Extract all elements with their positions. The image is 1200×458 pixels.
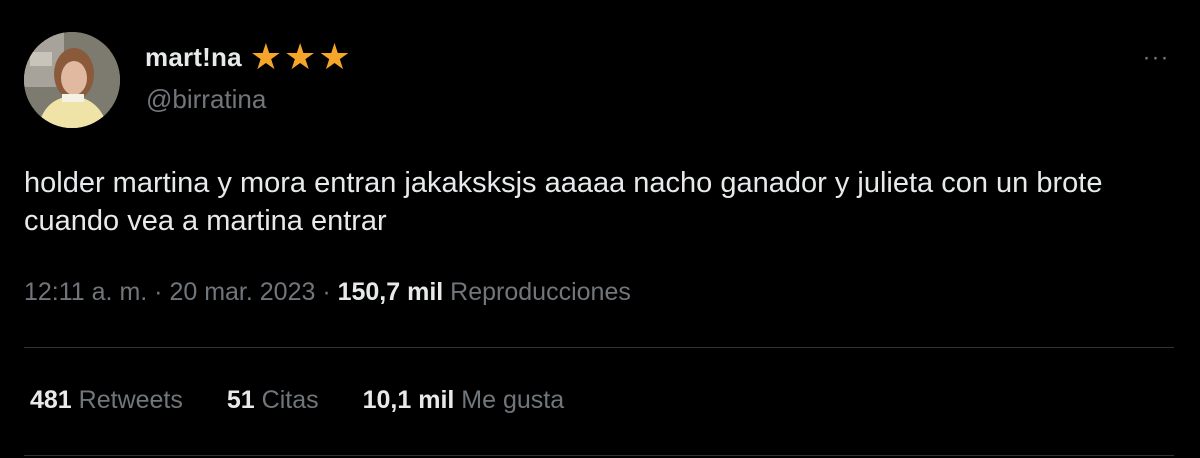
tweet-card: mart!na ★ ★ ★ @birratina ··· holder mart… (0, 0, 1200, 458)
tweet-text: holder martina y mora entran jakaksksjs … (24, 167, 1103, 237)
quotes-count: 51 (226, 386, 255, 414)
divider (24, 347, 1174, 348)
likes-count: 10,1 mil (362, 386, 455, 414)
more-dots-icon: ··· (1142, 44, 1170, 71)
tweet-time[interactable]: 12:11 a. m. (24, 278, 147, 306)
badge-group: ★ ★ ★ (249, 36, 351, 77)
tweet-meta: 12:11 a. m. · 20 mar. 2023 · 150,7 mil R… (24, 278, 631, 307)
quotes-label: Citas (254, 386, 319, 414)
retweets-count: 481 (30, 386, 72, 414)
divider (24, 455, 1174, 456)
views-label: Reproducciones (443, 278, 631, 306)
star-icon: ★ (318, 36, 351, 77)
star-icon: ★ (249, 36, 283, 77)
retweets-label: Retweets (71, 386, 183, 414)
more-options-button[interactable]: ··· (1138, 40, 1174, 76)
user-handle[interactable]: @birratina (146, 84, 266, 115)
name-row: mart!na ★ ★ ★ (145, 36, 351, 77)
tweet-date[interactable]: 20 mar. 2023 (169, 278, 315, 306)
profile-photo-image (24, 32, 120, 128)
retweets-stat[interactable]: 481 Retweets (30, 386, 183, 415)
meta-separator: · (315, 278, 338, 306)
display-name[interactable]: mart!na (145, 42, 242, 73)
views-count[interactable]: 150,7 mil (338, 278, 444, 306)
meta-separator: · (147, 278, 170, 306)
quotes-stat[interactable]: 51 Citas (227, 386, 319, 415)
star-icon: ★ (284, 36, 317, 77)
engagement-stats: 481 Retweets 51 Citas 10,1 mil Me gusta (30, 386, 564, 415)
likes-stat[interactable]: 10,1 mil Me gusta (363, 386, 565, 415)
avatar[interactable] (24, 32, 120, 128)
likes-label: Me gusta (454, 386, 565, 414)
